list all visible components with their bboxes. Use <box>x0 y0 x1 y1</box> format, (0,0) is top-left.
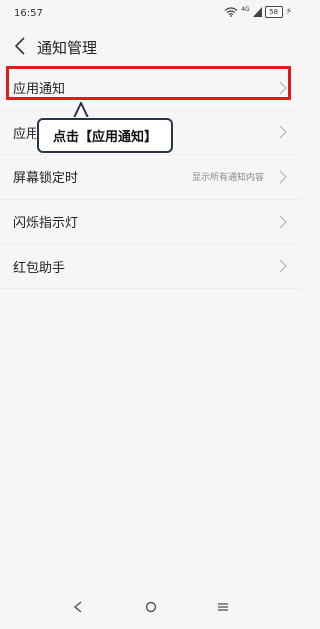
list-item-red-packet[interactable]: 红包助手 <box>0 244 302 289</box>
highlight-box <box>6 66 291 100</box>
back-triangle-icon <box>74 601 82 613</box>
charging-icon: ⚡ <box>285 7 292 17</box>
battery-level: 58 <box>269 8 279 16</box>
list-item-label: 应用 <box>13 126 40 142</box>
nav-menu-button[interactable] <box>213 597 233 617</box>
status-time: 16:57 <box>14 8 43 19</box>
chevron-left-icon <box>14 37 25 55</box>
instruction-callout: 点击【应用通知】 <box>37 118 173 153</box>
chevron-right-icon <box>279 125 287 139</box>
status-icons: 4G 58 ⚡ <box>224 6 292 18</box>
nav-back-button[interactable] <box>68 597 88 617</box>
list-item-value: 显示所有通知内容 <box>191 173 264 184</box>
chevron-right-icon <box>279 215 287 229</box>
list-item-lockscreen[interactable]: 屏幕锁定时 显示所有通知内容 <box>0 155 302 200</box>
list-item-indicator-light[interactable]: 闪烁指示灯 <box>0 200 302 245</box>
status-bar: 16:57 4G 58 ⚡ <box>0 0 302 28</box>
back-button[interactable] <box>8 34 32 58</box>
nav-bar <box>0 585 302 629</box>
home-circle-icon <box>145 601 157 613</box>
list-item-label: 闪烁指示灯 <box>13 216 79 232</box>
chevron-right-icon <box>279 170 287 184</box>
battery-icon: 58 <box>264 6 283 18</box>
page-title: 通知管理 <box>37 39 98 57</box>
nav-home-button[interactable] <box>141 597 161 617</box>
callout-text: 点击【应用通知】 <box>52 130 157 145</box>
list-item-label: 屏幕锁定时 <box>13 171 79 187</box>
header: 通知管理 <box>0 28 302 64</box>
list-item-label: 红包助手 <box>13 260 66 276</box>
wifi-icon <box>224 7 238 17</box>
chevron-right-icon <box>279 259 287 273</box>
signal-icon <box>252 7 262 17</box>
network-label: 4G <box>241 6 250 13</box>
menu-icon <box>218 603 228 611</box>
